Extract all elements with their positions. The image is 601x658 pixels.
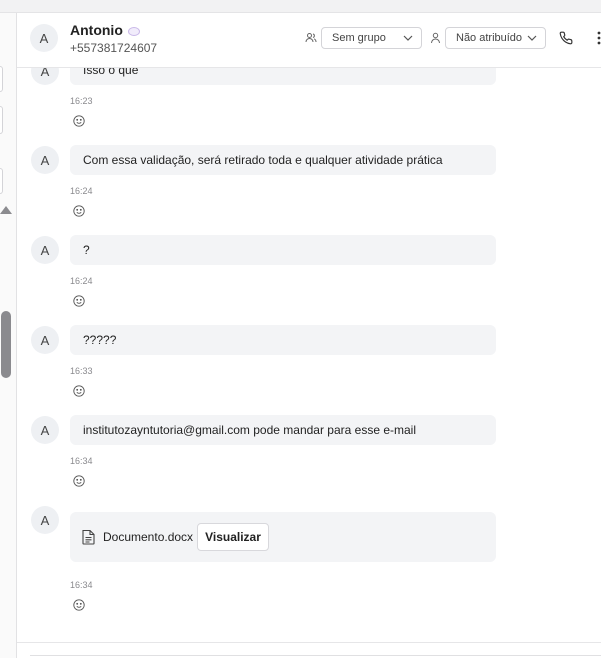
message-avatar[interactable]: A [31,146,59,174]
left-panel-field[interactable] [0,66,3,92]
message-time: 16:24 [70,186,93,196]
message-text: Com essa validação, será retirado toda e… [83,153,443,167]
contact-phone: +557381724607 [70,41,158,55]
chat-header: A Antonio +557381724607 Sem grupo Não at… [17,13,601,68]
message-time: 16:33 [70,366,93,376]
left-panel-field[interactable] [0,106,3,134]
message-time: 16:34 [70,456,93,466]
chevron-down-icon [403,35,413,41]
composer-input-edge[interactable] [30,655,601,656]
user-icon [431,32,440,44]
group-select[interactable]: Sem grupo [321,27,422,49]
message-bubble: Com essa validação, será retirado toda e… [70,145,496,175]
users-icon [305,33,317,43]
left-panel-field[interactable] [0,168,3,194]
top-bar [0,0,601,13]
message-bubble: ????? [70,325,496,355]
message-text: institutozayntutoria@gmail.com pode mand… [83,423,417,437]
smile-icon[interactable] [73,385,85,397]
contact-avatar[interactable]: A [30,24,58,52]
more-vertical-icon[interactable] [597,31,601,45]
scrollbar-thumb[interactable] [1,311,11,378]
message-avatar[interactable]: A [31,326,59,354]
message-text: ????? [83,333,117,347]
assignee-select[interactable]: Não atribuído [445,27,546,49]
document-icon [82,529,95,545]
chat-bubble-icon [128,27,140,36]
smile-icon[interactable] [73,475,85,487]
message-time: 16:23 [70,96,93,106]
contact-name: Antonio [70,22,123,38]
message-bubble: institutozayntutoria@gmail.com pode mand… [70,415,496,445]
message-avatar[interactable]: A [31,416,59,444]
attachment-file-name[interactable]: Documento.docx [103,530,193,544]
view-attachment-button[interactable]: Visualizar [197,523,269,551]
smile-icon[interactable] [73,295,85,307]
smile-icon[interactable] [73,599,85,611]
message-time: 16:34 [70,580,93,590]
composer-divider [17,642,601,643]
group-select-value: Sem grupo [332,32,386,44]
message-avatar[interactable]: A [31,506,59,534]
message-avatar[interactable]: A [31,236,59,264]
smile-icon[interactable] [73,205,85,217]
message-text: ? [83,243,90,257]
phone-icon[interactable] [559,31,573,45]
message-bubble: ? [70,235,496,265]
scroll-up-arrow-icon[interactable] [0,206,12,214]
message-time: 16:24 [70,276,93,286]
smile-icon[interactable] [73,115,85,127]
assignee-select-value: Não atribuído [456,32,523,44]
attachment-bubble: Documento.docx Visualizar [70,512,496,562]
chevron-down-icon [527,35,537,41]
